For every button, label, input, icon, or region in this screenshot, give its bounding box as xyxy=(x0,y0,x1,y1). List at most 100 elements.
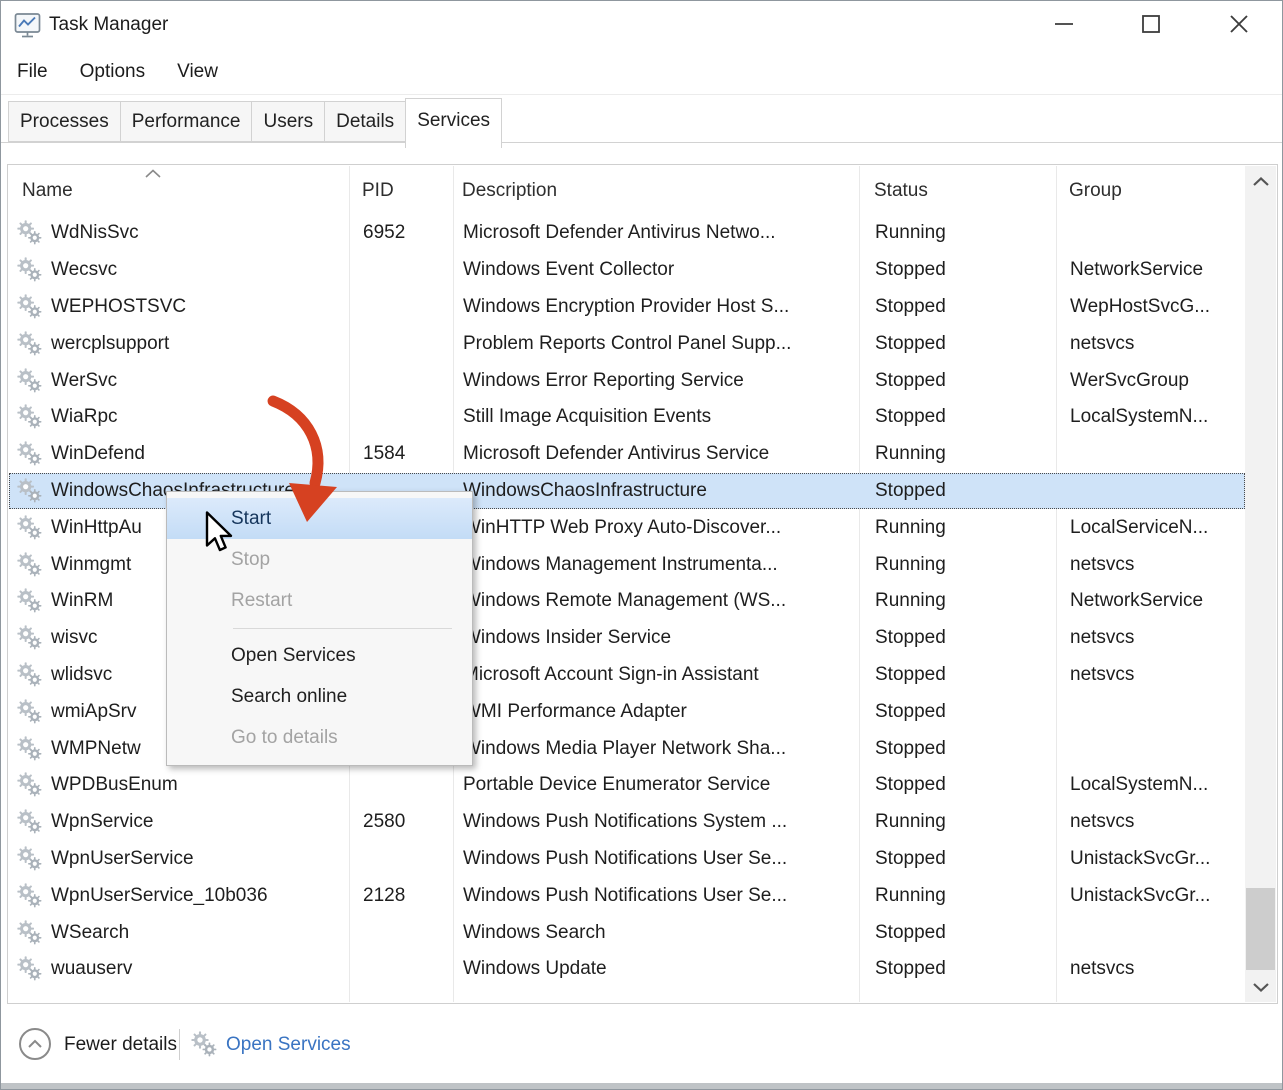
menu-separator xyxy=(233,628,452,629)
service-name: WpnService xyxy=(51,811,153,833)
close-button[interactable] xyxy=(1205,1,1273,47)
table-row[interactable]: WSearch Windows Search Stopped xyxy=(9,914,1245,951)
service-group-cell: netsvcs xyxy=(1058,805,1244,840)
table-row[interactable]: wuauserv Windows Update Stopped netsvcs xyxy=(9,951,1245,988)
service-name: wercplsupport xyxy=(51,333,169,355)
service-status-cell: Stopped xyxy=(861,658,1058,693)
service-description-cell: Windows Error Reporting Service xyxy=(455,363,861,398)
service-gear-icon xyxy=(17,699,43,725)
service-gear-icon xyxy=(17,588,43,614)
service-gear-icon xyxy=(17,368,43,394)
menu-bar: File Options View xyxy=(1,49,1282,95)
service-name: WpnUserService xyxy=(51,848,194,870)
tab-details[interactable]: Details xyxy=(324,101,406,142)
table-row[interactable]: WEPHOSTSVC Windows Encryption Provider H… xyxy=(9,289,1245,326)
service-name: WinRM xyxy=(51,590,113,612)
table-row[interactable]: WpnUserService Windows Push Notification… xyxy=(9,841,1245,878)
service-name-cell: WiaRpc xyxy=(10,400,351,435)
table-row[interactable]: WdNisSvc 6952 Microsoft Defender Antivir… xyxy=(9,215,1245,252)
service-name-cell: WpnService xyxy=(10,805,351,840)
service-name-cell: WinDefend xyxy=(10,437,351,472)
service-gear-icon xyxy=(17,515,43,541)
service-gear-icon xyxy=(17,294,43,320)
service-pid-cell xyxy=(351,326,455,361)
service-gear-icon xyxy=(17,478,43,504)
open-services-link[interactable]: Open Services xyxy=(226,1034,351,1056)
service-status-cell: Stopped xyxy=(861,363,1058,398)
column-header-group[interactable]: Group xyxy=(1057,166,1245,215)
table-row[interactable]: wercplsupport Problem Reports Control Pa… xyxy=(9,325,1245,362)
service-group-cell xyxy=(1058,731,1244,766)
service-pid-cell: 1584 xyxy=(351,437,455,472)
service-group-cell: netsvcs xyxy=(1058,326,1244,361)
service-pid-cell xyxy=(351,915,455,950)
service-name: WinDefend xyxy=(51,443,145,465)
service-gear-icon xyxy=(17,883,43,909)
column-header-status[interactable]: Status xyxy=(860,166,1057,215)
fewer-details-label[interactable]: Fewer details xyxy=(64,1034,177,1056)
menu-item-search-online[interactable]: Search online xyxy=(167,676,472,717)
service-group-cell: WerSvcGroup xyxy=(1058,363,1244,398)
table-row[interactable]: WpnUserService_10b036 2128 Windows Push … xyxy=(9,877,1245,914)
service-status-cell: Stopped xyxy=(861,694,1058,729)
service-description-cell: Windows Management Instrumenta... xyxy=(455,547,861,582)
service-name: wisvc xyxy=(51,627,97,649)
menu-item-start[interactable]: Start xyxy=(167,498,472,539)
service-name: WiaRpc xyxy=(51,406,118,428)
scroll-up-button[interactable] xyxy=(1245,166,1276,196)
service-name: wuauserv xyxy=(51,958,132,980)
service-gear-icon xyxy=(17,809,43,835)
service-gear-icon xyxy=(17,552,43,578)
tab-services[interactable]: Services xyxy=(405,98,502,148)
tab-users[interactable]: Users xyxy=(251,101,325,142)
service-name-cell: WEPHOSTSVC xyxy=(10,290,351,325)
service-name-cell: WPDBusEnum xyxy=(10,768,351,803)
service-group-cell xyxy=(1058,915,1244,950)
service-description-cell: Microsoft Defender Antivirus Service xyxy=(455,437,861,472)
service-name-cell: WdNisSvc xyxy=(10,216,351,251)
service-pid-cell xyxy=(351,842,455,877)
service-group-cell: netsvcs xyxy=(1058,621,1244,656)
table-row[interactable]: WiaRpc Still Image Acquisition Events St… xyxy=(9,399,1245,436)
service-name: WPDBusEnum xyxy=(51,774,178,796)
scroll-down-button[interactable] xyxy=(1245,972,1276,1002)
menu-options[interactable]: Options xyxy=(76,59,149,85)
service-description-cell: Windows Push Notifications User Se... xyxy=(455,878,861,913)
service-pid-cell: 6952 xyxy=(351,216,455,251)
service-group-cell xyxy=(1058,474,1244,509)
table-row[interactable]: Wecsvc Windows Event Collector Stopped N… xyxy=(9,252,1245,289)
tab-performance[interactable]: Performance xyxy=(120,101,253,142)
service-group-cell: NetworkService xyxy=(1058,584,1244,619)
service-description-cell: Windows Push Notifications User Se... xyxy=(455,842,861,877)
scrollbar-thumb[interactable] xyxy=(1246,888,1275,970)
table-row[interactable]: WpnService 2580 Windows Push Notificatio… xyxy=(9,804,1245,841)
tab-processes[interactable]: Processes xyxy=(8,101,121,142)
service-pid-cell: 2580 xyxy=(351,805,455,840)
table-row[interactable]: WinDefend 1584 Microsoft Defender Antivi… xyxy=(9,436,1245,473)
chevron-up-circle-icon xyxy=(27,1039,43,1049)
service-name-cell: WpnUserService xyxy=(10,842,351,877)
menu-view[interactable]: View xyxy=(173,59,222,85)
service-gear-icon xyxy=(17,772,43,798)
maximize-button[interactable] xyxy=(1117,1,1185,47)
column-header-description[interactable]: Description xyxy=(454,166,860,215)
service-status-cell: Stopped xyxy=(861,842,1058,877)
column-header-pid[interactable]: PID xyxy=(350,166,454,215)
table-header: Name PID Description Status Group xyxy=(9,166,1245,215)
service-description-cell: Microsoft Account Sign-in Assistant xyxy=(455,658,861,693)
service-pid-cell xyxy=(351,768,455,803)
minimize-button[interactable] xyxy=(1030,1,1098,47)
menu-file[interactable]: File xyxy=(13,59,52,85)
table-row[interactable]: WerSvc Windows Error Reporting Service S… xyxy=(9,362,1245,399)
menu-item-open-services[interactable]: Open Services xyxy=(167,635,472,676)
service-group-cell: LocalSystemN... xyxy=(1058,400,1244,435)
table-row[interactable]: WPDBusEnum Portable Device Enumerator Se… xyxy=(9,767,1245,804)
fewer-details-toggle[interactable] xyxy=(19,1028,51,1060)
column-header-name[interactable]: Name xyxy=(9,166,350,215)
service-group-cell: WepHostSvcG... xyxy=(1058,290,1244,325)
window-title: Task Manager xyxy=(49,14,168,36)
service-name-cell: WSearch xyxy=(10,915,351,950)
vertical-scrollbar[interactable] xyxy=(1245,166,1276,1002)
service-group-cell xyxy=(1058,437,1244,472)
service-group-cell: NetworkService xyxy=(1058,253,1244,288)
